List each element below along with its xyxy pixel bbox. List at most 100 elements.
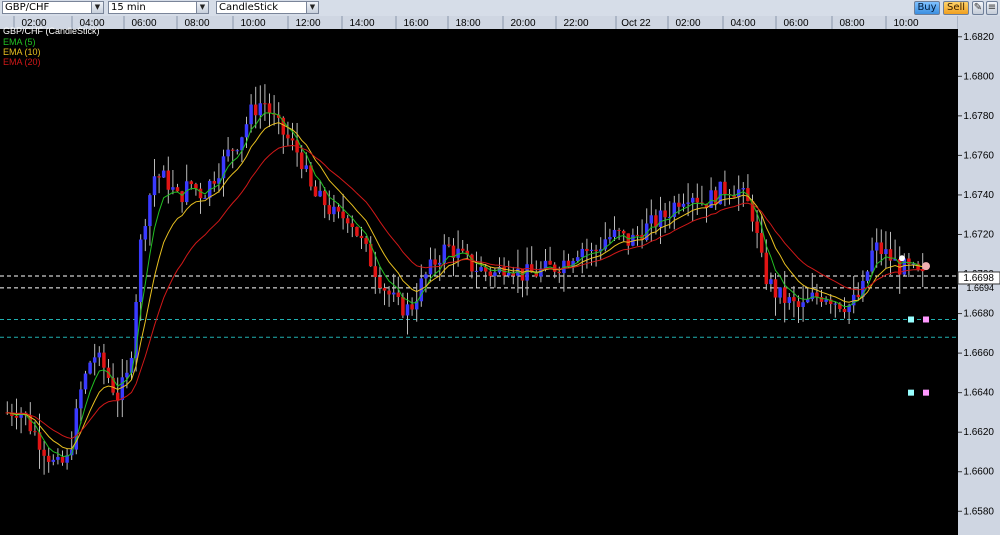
- time-label: 16:00: [403, 18, 428, 29]
- candle-body: [824, 299, 828, 302]
- candle-body: [345, 218, 350, 224]
- candle-body: [608, 237, 612, 240]
- trade-marker: [922, 262, 930, 271]
- candle-body: [865, 271, 870, 281]
- legend-ema5: EMA (5): [3, 37, 36, 47]
- chart-style-select[interactable]: CandleStick ▼: [216, 1, 319, 14]
- candle-body: [686, 202, 690, 204]
- candle-body: [189, 181, 194, 185]
- candle-body: [304, 165, 309, 170]
- candle-body: [198, 188, 203, 199]
- price-tick-label: 1.6600: [963, 467, 994, 478]
- price-chart[interactable]: 02:00 04:00 06:00 08:00 10:00 12:00 14:00 16:00…: [0, 16, 1000, 535]
- candle-body: [626, 233, 631, 246]
- candle-body: [870, 250, 874, 272]
- candle-body: [115, 392, 120, 401]
- candle-body: [635, 234, 640, 236]
- time-label: 12:00: [295, 18, 320, 29]
- price-tick-label: 1.6820: [963, 32, 994, 43]
- time-label: Oct 22: [621, 18, 651, 29]
- candle-body: [617, 229, 621, 231]
- candle-body: [378, 277, 382, 288]
- timeframe-select-value: 15 min: [111, 2, 146, 13]
- candle-body: [723, 181, 727, 195]
- timeframe-select[interactable]: 15 min ▼: [108, 1, 209, 14]
- price-axis: 1.68201.68001.67801.67601.67401.67201.67…: [957, 16, 1000, 535]
- candle-body: [42, 449, 46, 456]
- candle-body: [88, 362, 92, 374]
- time-label: 10:00: [893, 18, 918, 29]
- candle-body: [166, 170, 171, 190]
- buy-button[interactable]: Buy: [914, 1, 940, 15]
- candle-body: [796, 301, 801, 308]
- candle-body: [787, 297, 792, 303]
- candle-body: [792, 297, 796, 302]
- candle-body: [263, 103, 267, 105]
- candle-body: [92, 357, 97, 363]
- candle-body: [332, 206, 336, 215]
- candle-body: [83, 373, 88, 390]
- price-tick-label: 1.6580: [963, 506, 994, 517]
- candle-body: [161, 170, 166, 178]
- candle-body: [856, 294, 861, 298]
- candle-body: [355, 227, 359, 236]
- candle-body: [433, 259, 437, 265]
- candle-body: [226, 149, 230, 157]
- candle-body: [424, 274, 428, 279]
- candle-body: [60, 457, 65, 463]
- candle-body: [888, 249, 893, 261]
- candle-body: [493, 272, 497, 277]
- candle-body: [401, 296, 405, 316]
- time-label: 18:00: [455, 18, 480, 29]
- candle-body: [410, 304, 414, 310]
- candle-body: [286, 134, 290, 139]
- candle-body: [437, 262, 442, 265]
- chart-menu-button[interactable]: ≡: [986, 1, 998, 15]
- candle-body: [474, 270, 479, 272]
- candle-body: [842, 308, 847, 313]
- draw-tool-button[interactable]: ✎: [972, 1, 984, 15]
- price-tick-label: 1.6680: [963, 309, 994, 320]
- candle-body: [102, 352, 106, 368]
- buy-button-label: Buy: [917, 2, 937, 13]
- chevron-down-icon[interactable]: ▼: [306, 2, 318, 13]
- time-label: 06:00: [131, 18, 156, 29]
- time-label: 10:00: [240, 18, 265, 29]
- candle-body: [322, 190, 327, 206]
- candle-body: [874, 242, 879, 251]
- candle-body: [769, 279, 773, 285]
- candle-body: [884, 249, 888, 255]
- candle-body: [230, 149, 235, 151]
- candle-body: [313, 186, 318, 197]
- candle-body: [548, 260, 552, 265]
- price-tick-label: 1.6620: [963, 427, 994, 438]
- candle-body: [594, 249, 598, 252]
- chevron-down-icon[interactable]: ▼: [196, 2, 208, 13]
- candle-body: [120, 377, 125, 401]
- candle-body: [764, 252, 769, 285]
- candle-body: [405, 304, 410, 316]
- candle-body: [773, 279, 778, 298]
- time-label: 14:00: [349, 18, 374, 29]
- candle-body: [612, 229, 617, 238]
- candle-body: [33, 431, 37, 433]
- candle-body: [299, 152, 304, 170]
- sell-button[interactable]: Sell: [943, 1, 969, 15]
- candle-body: [350, 223, 355, 228]
- candle-body: [143, 226, 148, 240]
- symbol-select[interactable]: GBP/CHF ▼: [2, 1, 104, 14]
- candle-body: [585, 248, 589, 251]
- candle-body: [359, 235, 364, 239]
- candle-body: [755, 221, 759, 233]
- time-label: 08:00: [184, 18, 209, 29]
- time-label: 22:00: [563, 18, 588, 29]
- candle-body: [833, 303, 838, 305]
- candle-body: [341, 211, 345, 219]
- chart-style-select-value: CandleStick: [219, 2, 279, 13]
- candle-body: [488, 271, 493, 277]
- candle-body: [815, 292, 819, 298]
- candle-body: [336, 206, 341, 212]
- candle-body: [290, 138, 295, 141]
- chevron-down-icon[interactable]: ▼: [91, 2, 103, 13]
- candle-body: [681, 203, 686, 207]
